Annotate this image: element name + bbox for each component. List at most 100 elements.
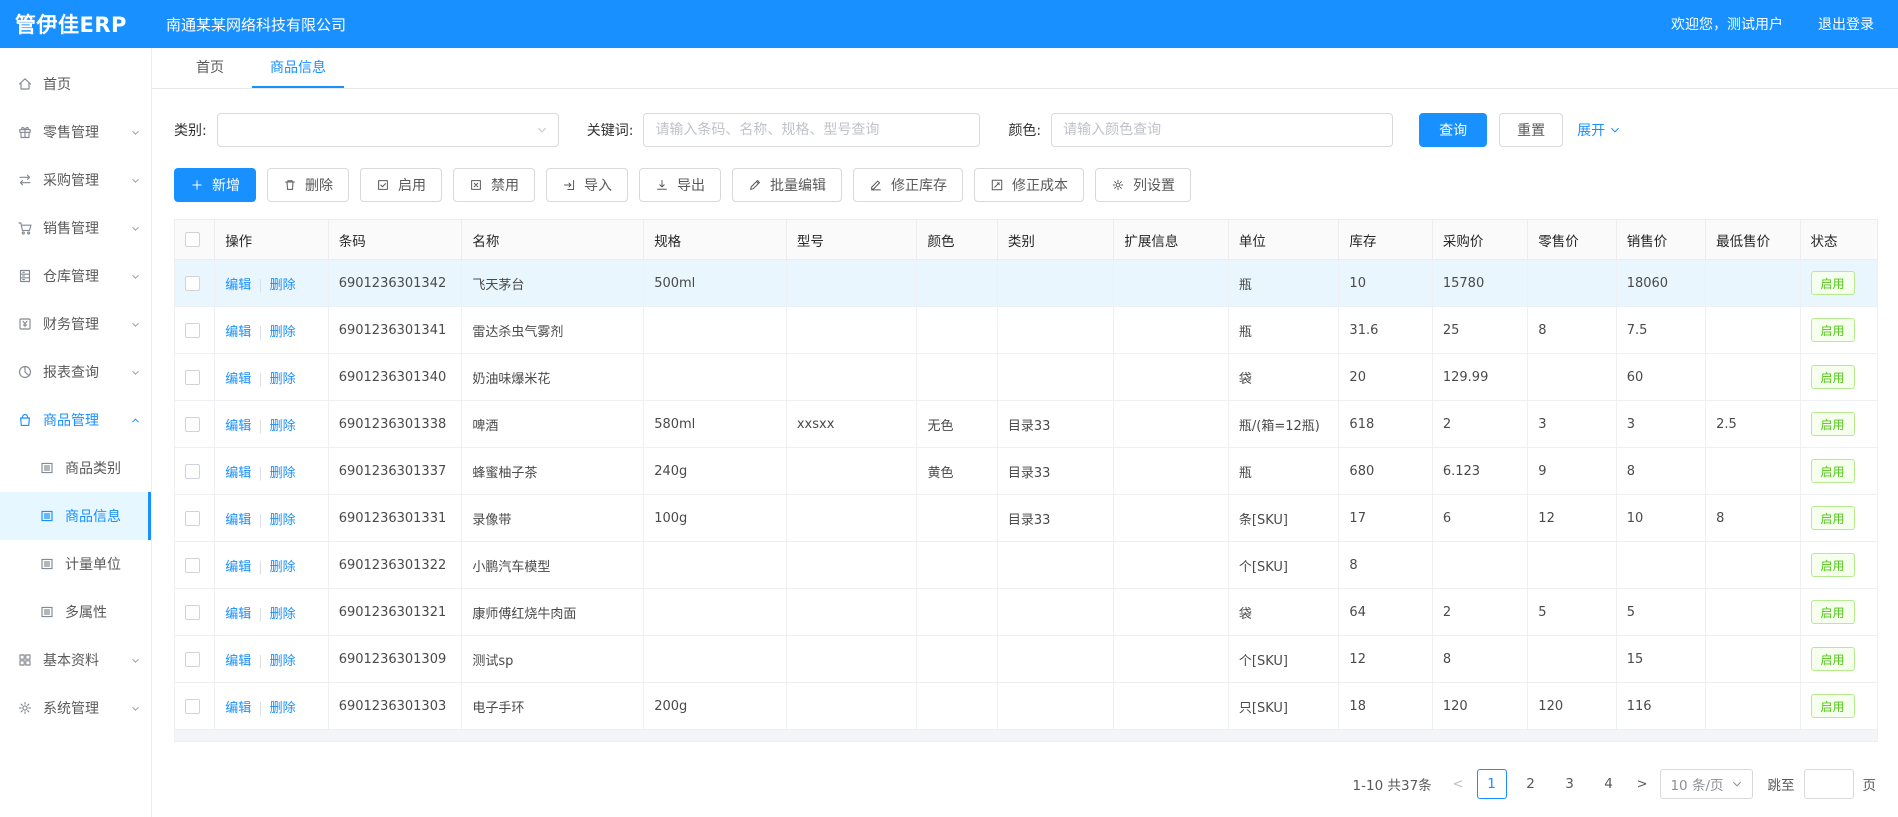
edit-link[interactable]: 编辑	[225, 654, 251, 669]
toolbar-button-禁用[interactable]: 禁用	[453, 168, 535, 202]
keyword-input[interactable]	[643, 113, 980, 147]
sidebar-item-label: 财务管理	[43, 314, 99, 334]
page-size-select[interactable]: 10 条/页	[1660, 769, 1752, 799]
delete-link[interactable]: 删除	[270, 560, 296, 575]
row-checkbox[interactable]	[185, 417, 200, 432]
sidebar-item-销售管理[interactable]: 销售管理	[0, 204, 151, 252]
edit-link[interactable]: 编辑	[225, 466, 251, 481]
sidebar-item-仓库管理[interactable]: 仓库管理	[0, 252, 151, 300]
row-checkbox[interactable]	[185, 276, 200, 291]
delete-link[interactable]: 删除	[270, 419, 296, 434]
column-header-类别: 类别	[997, 220, 1114, 260]
table-cell: 7.5	[1616, 307, 1705, 354]
row-checkbox[interactable]	[185, 464, 200, 479]
edit-link[interactable]: 编辑	[225, 607, 251, 622]
column-header-颜色: 颜色	[917, 220, 997, 260]
edit-link[interactable]: 编辑	[225, 513, 251, 528]
sidebar-item-商品管理[interactable]: 商品管理	[0, 396, 151, 444]
delete-link[interactable]: 删除	[270, 513, 296, 528]
edit-link[interactable]: 编辑	[225, 372, 251, 387]
table-row[interactable]: 编辑|删除6901236301338啤酒580mlxxsxx无色目录33瓶/(箱…	[175, 401, 1878, 448]
sidebar-item-首页[interactable]: 首页	[0, 60, 151, 108]
row-checkbox[interactable]	[185, 370, 200, 385]
edit-link[interactable]: 编辑	[225, 701, 251, 716]
toolbar-button-删除[interactable]: 删除	[267, 168, 349, 202]
table-row[interactable]: 编辑|删除6901236301342飞天茅台500ml瓶101578018060…	[175, 260, 1878, 307]
toolbar-button-批量编辑[interactable]: 批量编辑	[732, 168, 842, 202]
delete-link[interactable]: 删除	[270, 278, 296, 293]
table-cell	[1528, 542, 1616, 589]
expand-link[interactable]: 展开	[1577, 120, 1621, 140]
table-cell: 目录33	[997, 448, 1114, 495]
edit-link[interactable]: 编辑	[225, 278, 251, 293]
row-checkbox[interactable]	[185, 558, 200, 573]
home-icon	[17, 76, 33, 92]
row-checkbox[interactable]	[185, 699, 200, 714]
page-number-4[interactable]: 4	[1594, 769, 1624, 799]
edit-link[interactable]: 编辑	[225, 325, 251, 340]
table-row[interactable]: 编辑|删除6901236301322小鹏汽车模型个[SKU]8启用	[175, 542, 1878, 589]
sidebar-item-财务管理[interactable]: 财务管理	[0, 300, 151, 348]
next-page-button[interactable]: >	[1633, 777, 1652, 792]
edit-link[interactable]: 编辑	[225, 419, 251, 434]
sidebar-item-零售管理[interactable]: 零售管理	[0, 108, 151, 156]
category-select[interactable]	[217, 113, 559, 147]
delete-link[interactable]: 删除	[270, 701, 296, 716]
reset-button[interactable]: 重置	[1499, 113, 1563, 147]
sidebar-item-采购管理[interactable]: 采购管理	[0, 156, 151, 204]
table-cell	[1114, 636, 1229, 683]
delete-link[interactable]: 删除	[270, 325, 296, 340]
logout-button[interactable]: 退出登录	[1811, 14, 1874, 34]
jump-page-input[interactable]	[1804, 769, 1854, 799]
table-cell: 8	[1528, 307, 1616, 354]
page-number-2[interactable]: 2	[1516, 769, 1546, 799]
row-checkbox[interactable]	[185, 605, 200, 620]
delete-link[interactable]: 删除	[270, 607, 296, 622]
toolbar-button-启用[interactable]: 启用	[360, 168, 442, 202]
column-header-规格: 规格	[644, 220, 787, 260]
sidebar-subitem-计量单位[interactable]: 计量单位	[0, 540, 151, 588]
delete-link[interactable]: 删除	[270, 372, 296, 387]
delete-link[interactable]: 删除	[270, 466, 296, 481]
horizontal-scrollbar[interactable]	[174, 730, 1878, 742]
row-checkbox[interactable]	[185, 652, 200, 667]
table-row[interactable]: 编辑|删除6901236301331录像带100g目录33条[SKU]17612…	[175, 495, 1878, 542]
sidebar-subitem-商品信息[interactable]: 商品信息	[0, 492, 151, 540]
table-row[interactable]: 编辑|删除6901236301337蜂蜜柚子茶240g黄色目录33瓶6806.1…	[175, 448, 1878, 495]
table-header-row: 操作条码名称规格型号颜色类别扩展信息单位库存采购价零售价销售价最低售价状态	[175, 220, 1878, 260]
table-cell	[786, 307, 917, 354]
prev-page-button[interactable]: <	[1449, 777, 1468, 792]
table-row[interactable]: 编辑|删除6901236301341雷达杀虫气雾剂瓶31.62587.5启用	[175, 307, 1878, 354]
table-row[interactable]: 编辑|删除6901236301309测试sp个[SKU]12815启用	[175, 636, 1878, 683]
tab-首页[interactable]: 首页	[178, 48, 242, 88]
row-checkbox[interactable]	[185, 511, 200, 526]
search-button[interactable]: 查询	[1419, 113, 1487, 147]
table-cell: 6901236301321	[328, 589, 462, 636]
toolbar-button-新增[interactable]: 新增	[174, 168, 256, 202]
user-menu[interactable]: 欢迎您，测试用户	[1664, 14, 1783, 34]
chevron-down-icon	[130, 175, 141, 186]
sidebar-subitem-商品类别[interactable]: 商品类别	[0, 444, 151, 492]
sidebar-item-基本资料[interactable]: 基本资料	[0, 636, 151, 684]
sidebar-subitem-多属性[interactable]: 多属性	[0, 588, 151, 636]
toolbar-button-导入[interactable]: 导入	[546, 168, 628, 202]
table-row[interactable]: 编辑|删除6901236301303电子手环200g只[SKU]18120120…	[175, 683, 1878, 730]
tab-商品信息[interactable]: 商品信息	[252, 48, 344, 88]
page-number-1[interactable]: 1	[1477, 769, 1507, 799]
edit-link[interactable]: 编辑	[225, 560, 251, 575]
toolbar-button-列设置[interactable]: 列设置	[1095, 168, 1191, 202]
table-cell: 目录33	[997, 401, 1114, 448]
table-row[interactable]: 编辑|删除6901236301340奶油味爆米花袋20129.9960启用	[175, 354, 1878, 401]
toolbar-button-导出[interactable]: 导出	[639, 168, 721, 202]
sidebar-item-系统管理[interactable]: 系统管理	[0, 684, 151, 732]
table-row[interactable]: 编辑|删除6901236301321康师傅红烧牛肉面袋64255启用	[175, 589, 1878, 636]
color-input[interactable]	[1051, 113, 1393, 147]
row-checkbox[interactable]	[185, 323, 200, 338]
delete-link[interactable]: 删除	[270, 654, 296, 669]
toolbar-button-修正库存[interactable]: 修正库存	[853, 168, 963, 202]
toolbar-button-修正成本[interactable]: 修正成本	[974, 168, 1084, 202]
sidebar-item-报表查询[interactable]: 报表查询	[0, 348, 151, 396]
select-all-checkbox[interactable]	[185, 232, 200, 247]
page-number-3[interactable]: 3	[1555, 769, 1585, 799]
column-header-零售价: 零售价	[1528, 220, 1616, 260]
